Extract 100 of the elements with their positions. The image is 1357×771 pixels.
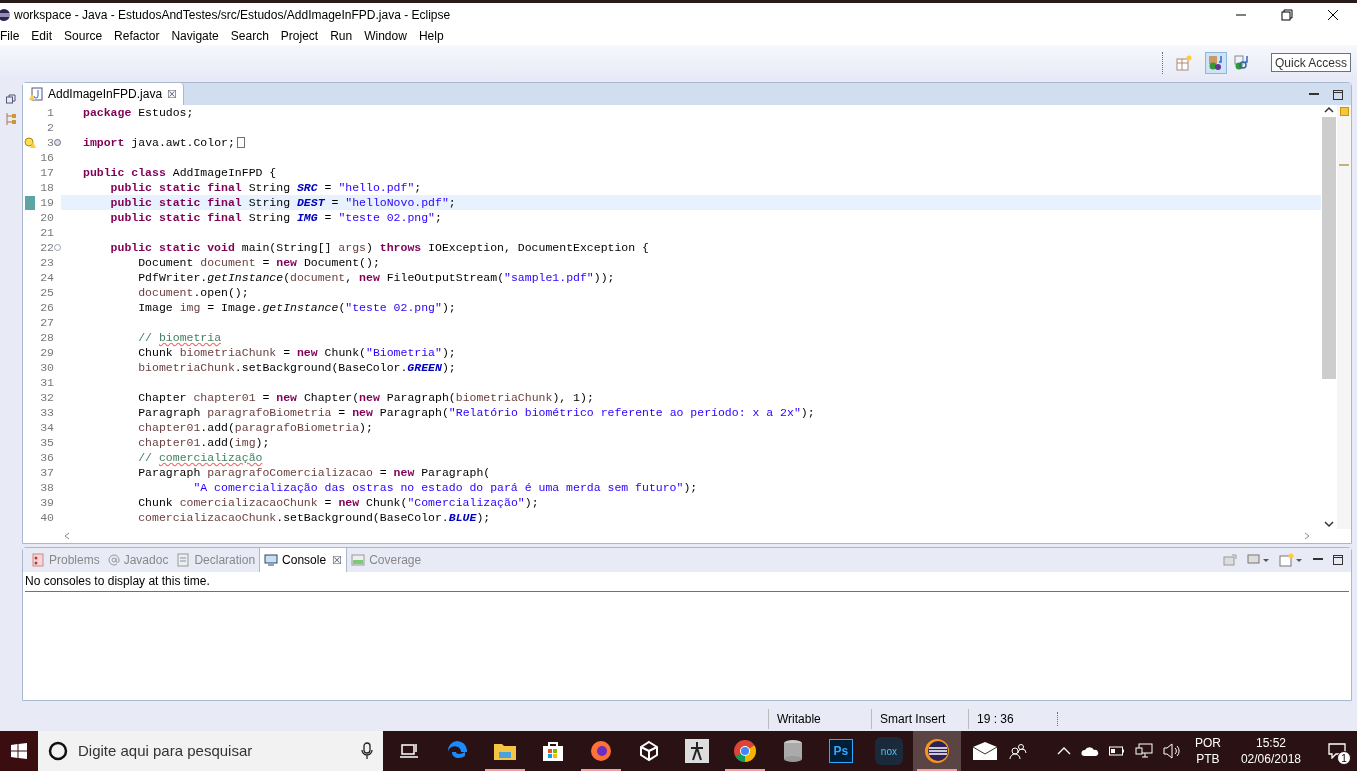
- chevron-up-icon[interactable]: [1056, 746, 1071, 756]
- code-line: Paragraph paragrafoComercializacao = new Paragraph(: [137, 465, 491, 480]
- menu-item[interactable]: Navigate: [165, 27, 225, 45]
- scrollbar-thumb[interactable]: [1322, 117, 1336, 379]
- document-icon: [176, 553, 191, 567]
- input-language-button[interactable]: POR PTB: [1194, 735, 1221, 767]
- line-number: 16: [39, 150, 54, 165]
- code-line: Chunk biometriaChunk = new Chunk("Biometria");: [137, 345, 456, 360]
- occurrence-overview-marker: [1339, 164, 1349, 166]
- line-number: 26: [39, 300, 54, 315]
- close-tab-button[interactable]: ☒: [332, 551, 343, 569]
- line-number: 27: [39, 315, 54, 330]
- writable-status: Writable: [776, 711, 822, 728]
- taskbar-app-button[interactable]: [912, 731, 961, 771]
- cursor-position-status: 19 : 36: [976, 711, 1015, 728]
- menu-item[interactable]: Help: [412, 27, 450, 45]
- line-number: 39: [39, 495, 54, 510]
- code-line: package Estudos;: [83, 105, 194, 120]
- code-line: import java.awt.Color;: [83, 135, 235, 150]
- new-console-icon[interactable]: [1279, 553, 1303, 567]
- nox-icon: nox: [874, 737, 903, 765]
- menu-item[interactable]: Refactor: [108, 27, 166, 45]
- expand-fold-icon[interactable]: [54, 139, 61, 146]
- code-line: public static final String SRC = "hello.pdf";: [109, 180, 422, 195]
- line-number: 25: [39, 285, 54, 300]
- code-line: Document document = new Document();: [137, 255, 380, 270]
- chrome-circle-icon: [732, 739, 757, 763]
- maximize-icon[interactable]: [1333, 555, 1343, 565]
- code-line: chapter01.add(img);: [137, 435, 270, 450]
- scroll-down-icon[interactable]: [1324, 519, 1334, 529]
- menu-item[interactable]: Edit: [25, 27, 59, 45]
- code-line: public class AddImageInFPD {: [83, 165, 277, 180]
- notification-button[interactable]: 1: [1317, 731, 1357, 771]
- envelope-icon: [971, 741, 998, 761]
- battery-icon[interactable]: [1108, 746, 1125, 756]
- figure-icon: [684, 739, 709, 763]
- cloud-icon[interactable]: [1080, 745, 1099, 757]
- panel-tab[interactable]: Console ☒: [259, 548, 348, 572]
- scroll-up-icon[interactable]: [1324, 105, 1334, 115]
- console-message: No consoles to display at this time.: [25, 574, 210, 588]
- line-number: 23: [39, 255, 54, 270]
- taskbar-app-button[interactable]: Ps: [816, 731, 865, 771]
- speaker-icon[interactable]: [1162, 743, 1181, 759]
- line-number: 36: [39, 450, 54, 465]
- menu-item[interactable]: Window: [358, 27, 413, 45]
- menu-item[interactable]: Project: [274, 27, 325, 45]
- code-line: document.open();: [137, 285, 249, 300]
- scroll-right-icon[interactable]: [1303, 532, 1311, 540]
- line-number: 1: [46, 105, 54, 120]
- menu-item[interactable]: Source: [58, 27, 109, 45]
- close-tab-button[interactable]: ☒: [167, 85, 178, 103]
- start-button[interactable]: [0, 731, 38, 771]
- menu-item[interactable]: Search: [224, 27, 275, 45]
- editor-tab[interactable]: AddImageInFPD.java ☒: [23, 83, 185, 105]
- code-line: PdfWriter.getInstance(document, new FileOutputStream("sample1.pdf"));: [137, 270, 615, 285]
- code-line: public static final String IMG = "teste 02.png";: [109, 210, 442, 225]
- code-line: Paragraph paragrafoBiometria = new Paragraph("Relatório biométrico referente ao período: x a 2x");: [137, 405, 815, 420]
- folder-icon: [492, 741, 517, 761]
- menu-item[interactable]: Run: [324, 27, 359, 45]
- restore-icon[interactable]: [1281, 9, 1293, 21]
- occurrence-marker: [25, 195, 35, 210]
- warning-list-icon: [31, 553, 45, 567]
- display-console-icon[interactable]: [1247, 554, 1269, 566]
- line-number: 2: [46, 120, 54, 135]
- scroll-left-icon[interactable]: [63, 532, 71, 540]
- line-number: 17: [39, 165, 54, 180]
- search-field[interactable]: Digite aqui para pesquisar: [38, 731, 383, 771]
- circle-icon: [48, 741, 68, 761]
- clock-button[interactable]: 15:52 02/06/2018: [1240, 735, 1301, 767]
- restore-icon[interactable]: [6, 94, 16, 104]
- menu-item[interactable]: File: [0, 27, 26, 45]
- line-number: 22: [39, 240, 54, 255]
- line-number: 38: [39, 480, 54, 495]
- windows-logo-icon: [11, 743, 27, 759]
- debug-perspective-icon: [1233, 54, 1250, 71]
- line-number: 3: [46, 135, 54, 150]
- window-plus-icon: [1175, 54, 1192, 71]
- photoshop-icon: Ps: [828, 739, 853, 763]
- taskbar-app-button[interactable]: nox: [864, 731, 913, 771]
- code-line: Chapter chapter01 = new Chapter(new Paragraph(biometriaChunk), 1);: [137, 390, 594, 405]
- quick-access-field[interactable]: Quick Access: [1270, 53, 1351, 72]
- people-icon[interactable]: [1008, 743, 1027, 759]
- coverage-icon: [351, 553, 366, 567]
- close-icon[interactable]: [1327, 9, 1339, 21]
- line-number: 34: [39, 420, 54, 435]
- monitor-icon: [264, 553, 279, 567]
- java-file-warning-icon: [29, 87, 43, 101]
- code-line: "A comercialização das ostras no estado do pará é uma merda sem futuro");: [192, 480, 698, 495]
- insert-mode-status: Smart Insert: [879, 711, 947, 728]
- maximize-icon[interactable]: [1333, 90, 1343, 100]
- perspective-button[interactable]: [1204, 51, 1227, 74]
- line-number: 31: [39, 375, 54, 390]
- at-sign-icon: [107, 554, 120, 566]
- line-number: 29: [39, 345, 54, 360]
- notification-count: 1: [1337, 751, 1351, 765]
- network-icon[interactable]: [1134, 743, 1153, 759]
- folded-code-icon[interactable]: [236, 137, 245, 148]
- code-line: comercializacaoChunk.setBackground(BaseColor.BLUE);: [137, 510, 491, 525]
- task-view-icon: [398, 742, 419, 760]
- line-number: 35: [39, 435, 54, 450]
